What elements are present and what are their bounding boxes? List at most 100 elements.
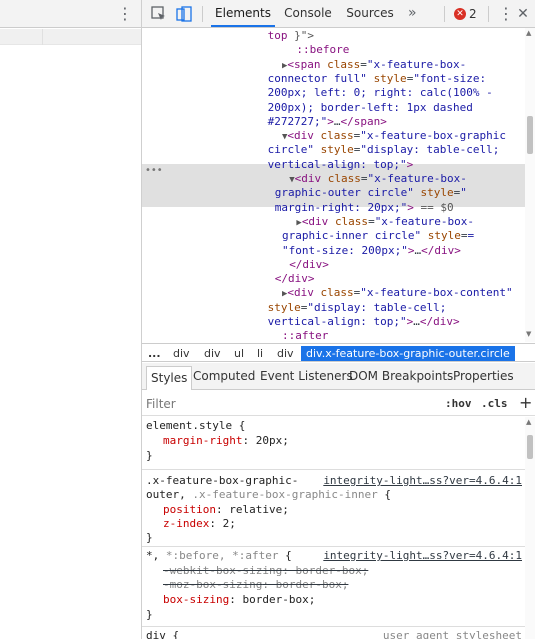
error-badge[interactable]: ✕ 2	[454, 6, 477, 22]
breadcrumb-item[interactable]: li	[257, 346, 263, 361]
dom-tree-line[interactable]: ::before	[296, 43, 349, 57]
scroll-up-icon[interactable]: ▲	[526, 29, 531, 37]
rule-close: }	[146, 531, 153, 544]
elements-tree[interactable]: ••• top }">::before ▶<span class="x-featu…	[142, 28, 525, 342]
more-tabs-icon[interactable]: »	[408, 0, 417, 27]
styles-tabbar: Styles Computed Event Listeners DOM Brea…	[142, 363, 535, 390]
devtools-panel: Elements Console Sources » ✕ 2 ⋮ ✕ ••• t…	[142, 0, 535, 639]
elements-scrollbar[interactable]: ▲ ▼	[525, 28, 535, 342]
property-value[interactable]: : 20px;	[242, 434, 288, 447]
breadcrumb: ... div div ul li div div.x-feature-box-…	[142, 343, 535, 362]
node-actions-icon[interactable]: •••	[145, 165, 163, 176]
dom-tree-line[interactable]: connector full" style="font-size:	[268, 72, 487, 86]
scrollbar-thumb[interactable]	[527, 116, 533, 154]
dom-tree-line[interactable]: style="display: table-cell;	[268, 301, 447, 315]
dom-tree-line[interactable]: ▼<div class="x-feature-box-graphic	[282, 129, 506, 143]
dom-tree-line[interactable]: ▶<span class="x-feature-box-	[282, 58, 466, 72]
property-value[interactable]: : relative;	[216, 503, 289, 516]
tab-elements[interactable]: Elements	[211, 0, 275, 27]
device-toolbar-icon[interactable]	[175, 5, 193, 23]
breadcrumb-item[interactable]: div	[204, 346, 221, 361]
tab-sources[interactable]: Sources	[343, 0, 397, 27]
scroll-up-icon[interactable]: ▲	[526, 418, 531, 426]
property-value[interactable]: : 2;	[209, 517, 236, 530]
rule-selector[interactable]: element.style {	[146, 419, 245, 433]
rule-selector[interactable]: outer, .x-feature-box-graphic-inner {	[146, 488, 391, 502]
property-name[interactable]: box-sizing	[163, 593, 229, 606]
page-toolbar: ⋮	[0, 0, 141, 28]
property-name[interactable]: -webkit-box-sizing	[163, 564, 282, 577]
selector-part: outer,	[146, 488, 193, 501]
dom-tree-line[interactable]: top }">	[268, 29, 314, 43]
hover-state-toggle[interactable]: :hov	[445, 397, 472, 410]
declaration[interactable]: z-index: 2;	[163, 517, 236, 531]
dom-tree-line[interactable]: </div>	[275, 272, 315, 286]
dom-tree-line[interactable]: "font-size: 200px;">…</div>	[282, 244, 461, 258]
property-value[interactable]: : border-box;	[262, 578, 348, 591]
dom-tree-line[interactable]: 200px); border-left: 1px dashed	[268, 101, 473, 115]
overridden-declaration[interactable]: -moz-box-sizing: border-box;	[163, 578, 348, 592]
dom-tree-line[interactable]: vertical-align: top;">…</div>	[268, 315, 460, 329]
rule-source-link[interactable]: integrity-light…ss?ver=4.6.4:1	[323, 474, 522, 488]
row-separator	[42, 29, 43, 45]
selector-part: .x-feature-box-graphic-inner	[192, 488, 378, 501]
rule-selector[interactable]: div {	[146, 629, 179, 639]
property-name[interactable]: margin-right	[163, 434, 242, 447]
rule-selector[interactable]: .x-feature-box-graphic-	[146, 474, 298, 488]
dom-tree-line[interactable]: graphic-outer circle" style="	[275, 186, 467, 200]
styles-filter-bar: Filter :hov .cls +	[142, 391, 535, 416]
declaration[interactable]: margin-right: 20px;	[163, 434, 289, 448]
rule-source-label: user agent stylesheet	[382, 629, 522, 639]
customize-devtools-icon[interactable]: ⋮	[498, 4, 514, 24]
style-rule: .x-feature-box-graphic- integrity-light……	[142, 470, 525, 547]
declaration[interactable]: box-sizing: border-box;	[163, 593, 315, 607]
property-name[interactable]: z-index	[163, 517, 209, 530]
property-value[interactable]: : border-box;	[229, 593, 315, 606]
inspect-element-icon[interactable]	[150, 5, 168, 23]
page-pane: ⋮	[0, 0, 141, 639]
dom-tree-line[interactable]: ▶<div class="x-feature-box-content"	[282, 286, 513, 300]
breadcrumb-item[interactable]: ul	[234, 346, 244, 361]
property-name[interactable]: -moz-box-sizing	[163, 578, 262, 591]
tab-event-listeners[interactable]: Event Listeners	[260, 363, 353, 390]
toolbar-separator	[488, 6, 489, 22]
page-row	[0, 29, 141, 45]
tab-computed[interactable]: Computed	[193, 363, 255, 390]
property-name[interactable]: position	[163, 503, 216, 516]
new-rule-icon[interactable]: +	[519, 393, 532, 412]
styles-scrollbar[interactable]: ▲	[525, 417, 535, 639]
more-options-icon[interactable]: ⋮	[117, 4, 133, 24]
style-rule: div { user agent stylesheet	[142, 627, 525, 639]
dom-tree-line[interactable]: vertical-align: top;">	[268, 158, 414, 172]
rule-close: }	[146, 449, 153, 462]
filter-input[interactable]: Filter	[146, 397, 176, 411]
rule-source-link[interactable]: integrity-light…ss?ver=4.6.4:1	[323, 549, 522, 563]
breadcrumb-item[interactable]: div	[277, 346, 294, 361]
declaration[interactable]: position: relative;	[163, 503, 289, 517]
dom-tree-line[interactable]: ▶<div class="x-feature-box-	[296, 215, 474, 229]
breadcrumb-item[interactable]: div	[173, 346, 190, 361]
dom-tree-line[interactable]: ::after	[282, 329, 328, 342]
dom-tree-line[interactable]: margin-right: 20px;"> == $0	[275, 201, 454, 215]
close-devtools-icon[interactable]: ✕	[516, 4, 530, 24]
dom-tree-line[interactable]: circle" style="display: table-cell;	[268, 143, 500, 157]
tab-styles[interactable]: Styles	[146, 366, 193, 390]
breadcrumb-item[interactable]: ...	[148, 346, 161, 361]
selector-part: *:before, *:after	[165, 549, 279, 562]
dom-tree-line[interactable]: graphic-inner circle" style==	[282, 229, 474, 243]
dom-tree-line[interactable]: </div>	[289, 258, 329, 272]
overridden-declaration[interactable]: -webkit-box-sizing: border-box;	[163, 564, 368, 578]
rule-selector[interactable]: *, *:before, *:after {	[146, 549, 292, 563]
tab-dom-breakpoints[interactable]: DOM Breakpoints	[349, 363, 453, 390]
scroll-down-icon[interactable]: ▼	[526, 330, 531, 338]
dom-tree-line[interactable]: ▼<div class="x-feature-box-	[289, 172, 467, 186]
tab-properties[interactable]: Properties	[453, 363, 514, 390]
tab-console[interactable]: Console	[282, 0, 334, 27]
dom-tree-line[interactable]: #272727;">…</span>	[268, 115, 387, 129]
breadcrumb-active[interactable]: div.x-feature-box-graphic-outer.circle	[301, 346, 515, 361]
selector-part: {	[377, 488, 392, 501]
class-toggle[interactable]: .cls	[481, 397, 508, 410]
dom-tree-line[interactable]: 200px; left: 0; right: calc(100% -	[268, 86, 493, 100]
property-value[interactable]: : border-box;	[282, 564, 368, 577]
scrollbar-thumb[interactable]	[527, 435, 533, 459]
